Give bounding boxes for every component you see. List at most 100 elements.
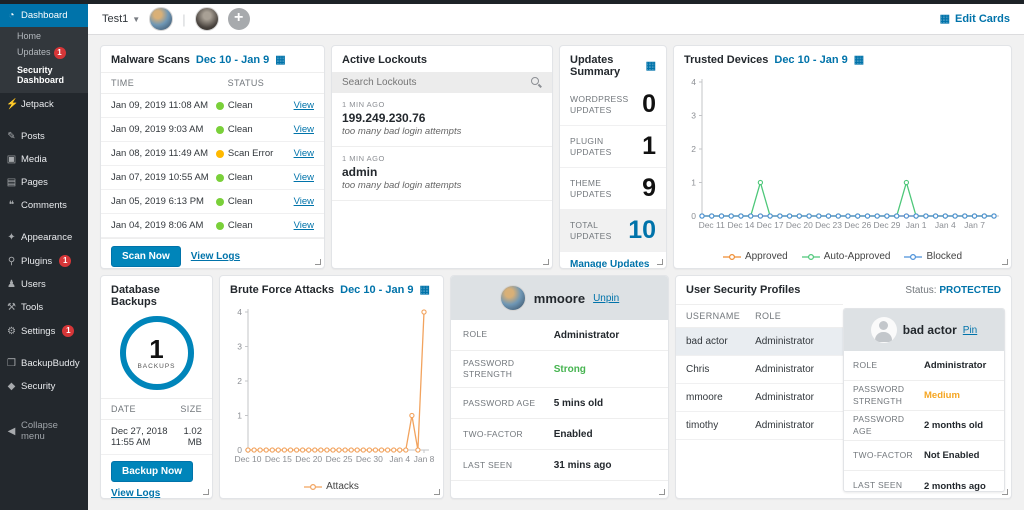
date-range-link[interactable]: Dec 10 - Jan 9 [340,284,413,296]
calendar-icon[interactable]: ▦ [420,285,430,296]
resize-handle[interactable] [659,489,665,495]
calendar-icon[interactable]: ▦ [646,61,656,72]
sidebar-item-users[interactable]: ♟ Users [0,273,88,296]
svg-text:2: 2 [237,376,242,386]
date-range-link[interactable]: Dec 10 - Jan 9 [774,54,847,66]
users-table: USERNAME ROLE bad actor Administrator Ch… [676,304,843,498]
resize-handle[interactable] [315,259,321,265]
calendar-icon[interactable]: ▦ [854,55,864,66]
unpin-link[interactable]: Unpin [593,293,619,304]
sidebar-item-settings[interactable]: ⚙ Settings 1 [0,319,88,343]
user-avatar [500,285,526,311]
add-dashboard-button[interactable]: + [228,8,250,30]
pin-link[interactable]: Pin [963,325,977,336]
user-avatar-2[interactable] [195,7,219,31]
updates-total-row: TOTAL UPDATES 10 [560,210,666,252]
sidebar-item-backupbuddy[interactable]: ❒ BackupBuddy [0,352,88,375]
updates-row: THEME UPDATES 9 [560,168,666,210]
malware-scan-row: Jan 04, 2019 8:06 AM Clean View [101,214,324,238]
profile-row: LAST SEEN 31 mins ago [451,450,668,481]
status-dot [216,102,224,110]
svg-text:Dec 17: Dec 17 [757,220,784,230]
submenu-item-security-dashboard[interactable]: Security Dashboard [0,62,88,88]
view-scan-link[interactable]: View [294,172,314,183]
view-logs-link[interactable]: View Logs [191,251,240,262]
sidebar-item-comments[interactable]: ❝ Comments [0,194,88,217]
view-scan-link[interactable]: View [294,196,314,207]
sidebar-item-tools[interactable]: ⚒ Tools [0,296,88,319]
updates-count: 9 [642,176,656,201]
calendar-icon[interactable]: ▦ [275,55,285,66]
submenu-item-home[interactable]: Home [0,28,88,44]
chart-legend: Attacks [220,478,443,498]
resize-handle[interactable] [657,259,663,265]
lockout-name: 199.249.230.76 [342,111,542,125]
status-dot [216,222,224,230]
brute-force-attacks-card: Brute Force Attacks Dec 10 - Jan 9 ▦ 012… [219,275,444,499]
user-row-timothy[interactable]: timothy Administrator [676,412,843,440]
date-range-link[interactable]: Dec 10 - Jan 9 [196,54,269,66]
sidebar-item-pages[interactable]: ▤ Pages [0,171,88,194]
view-scan-link[interactable]: View [294,100,314,111]
user-detail-panel: bad actor Pin ROLE Administrator PASSWOR… [843,308,1005,492]
toolbar-divider: | [182,12,185,27]
dashboard-switcher[interactable]: Test1 ▼ [102,13,140,25]
manage-updates-link[interactable]: Manage Updates [570,259,649,269]
scan-now-button[interactable]: Scan Now [111,246,181,267]
backup-row: Dec 27, 2018 11:55 AM 1.02 MB [101,420,212,455]
resize-handle[interactable] [543,259,549,265]
edit-cards-icon: ▦ [940,14,950,25]
svg-text:Dec 15: Dec 15 [265,454,292,464]
trusted-devices-chart: 01234Dec 11Dec 14Dec 17Dec 20Dec 23Dec 2… [674,72,1011,237]
pin-icon: ✎ [6,131,17,142]
user-row-bad-actor[interactable]: bad actor Administrator [676,328,843,356]
lockout-item[interactable]: 1 MIN AGO admin too many bad login attem… [332,147,552,201]
sidebar-item-media[interactable]: ▣ Media [0,148,88,171]
sidebar-item-appearance[interactable]: ✦ Appearance [0,226,88,249]
malware-scan-row: Jan 09, 2019 11:08 AM Clean View [101,94,324,118]
sidebar-item-security[interactable]: ◆ Security [0,375,88,398]
submenu-item-updates[interactable]: Updates1 [0,44,88,62]
resize-handle[interactable] [203,489,209,495]
lockout-reason: too many bad login attempts [342,126,542,137]
sidebar-item-posts[interactable]: ✎ Posts [0,125,88,148]
svg-text:Dec 23: Dec 23 [815,220,842,230]
search-lockouts-input[interactable] [342,77,525,88]
lockout-item[interactable]: 1 MIN AGO 199.249.230.76 too many bad lo… [332,93,552,147]
sidebar-item-collapse-menu[interactable]: ◀ Collapse menu [0,414,88,448]
user-avatar-1[interactable] [149,7,173,31]
svg-text:Dec 11: Dec 11 [699,220,726,230]
user-row-mmoore[interactable]: mmoore Administrator [676,384,843,412]
pages-icon: ▤ [6,177,17,188]
lockout-reason: too many bad login attempts [342,180,542,191]
sidebar-item-plugins[interactable]: ⚲ Plugins 1 [0,249,88,273]
shield-icon: ◆ [6,381,17,392]
jetpack-icon: ⚡ [6,99,17,110]
view-scan-link[interactable]: View [294,124,314,135]
admin-sidebar: ◔ Dashboard Home Updates1 Security Dashb… [0,4,88,510]
resize-handle[interactable] [1002,259,1008,265]
sidebar-item-label: Dashboard [21,10,67,21]
view-scan-link[interactable]: View [294,220,314,231]
sidebar-item-jetpack[interactable]: ⚡ Jetpack [0,93,88,116]
status-value: PROTECTED [939,285,1001,296]
sidebar-item-dashboard[interactable]: ◔ Dashboard [0,4,88,27]
lockouts-search-bar [332,72,552,93]
resize-handle[interactable] [434,489,440,495]
backups-count: 1 [149,336,163,362]
svg-text:Dec 10: Dec 10 [235,454,262,464]
settings-count-badge: 1 [62,325,74,337]
edit-cards-button[interactable]: ▦ Edit Cards [940,13,1010,25]
profile-row: LAST SEEN 2 months ago [844,471,1004,492]
card-title: Brute Force Attacks [230,284,334,296]
card-title: Malware Scans [111,54,190,66]
dashboard-content: Malware Scans Dec 10 - Jan 9 ▦ TIME STAT… [88,35,1024,510]
view-scan-link[interactable]: View [294,148,314,159]
media-icon: ▣ [6,154,17,165]
user-row-chris[interactable]: Chris Administrator [676,356,843,384]
resize-handle[interactable] [1002,489,1008,495]
view-logs-link[interactable]: View Logs [111,488,160,499]
svg-text:4: 4 [237,307,242,317]
status-badge: Status: PROTECTED [905,285,1001,296]
backup-now-button[interactable]: Backup Now [111,461,193,482]
